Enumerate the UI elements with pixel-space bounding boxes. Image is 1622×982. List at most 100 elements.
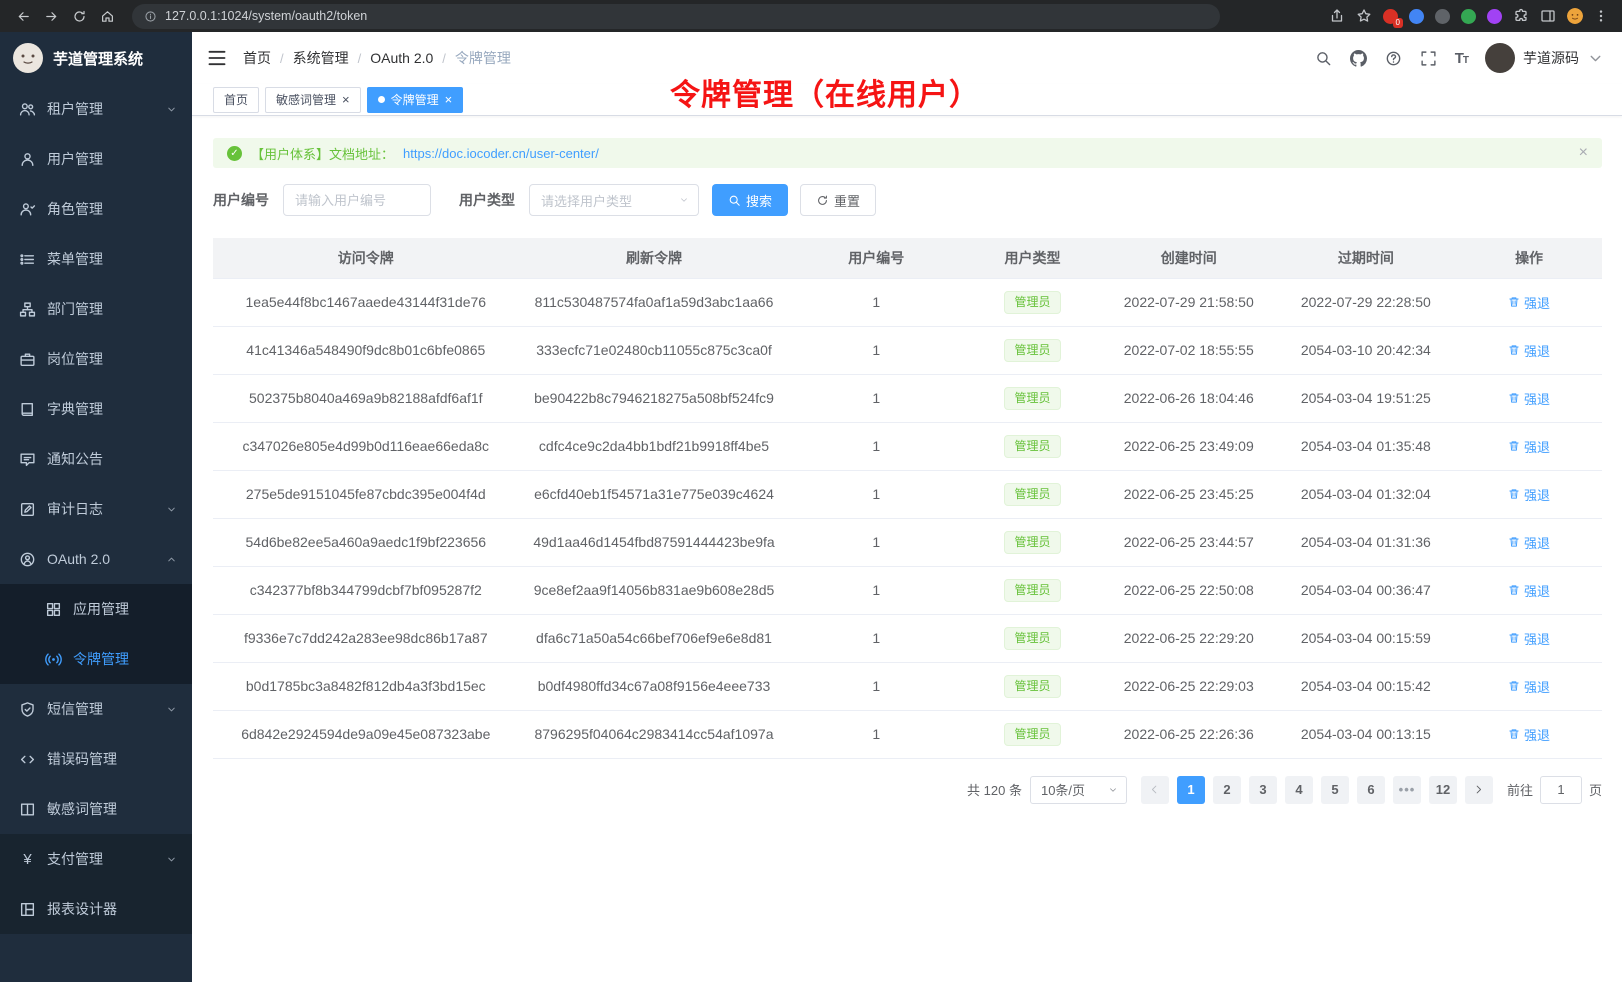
sidebar-item-oauth2[interactable]: OAuth 2.0 bbox=[0, 534, 192, 584]
next-page-button[interactable] bbox=[1465, 776, 1493, 804]
sidebar-item-sensitive-word[interactable]: 敏感词管理 bbox=[0, 784, 192, 834]
sidebar-collapse-icon[interactable] bbox=[206, 47, 228, 69]
force-logout-button[interactable]: 强退 bbox=[1508, 293, 1550, 312]
browser-back-button[interactable] bbox=[10, 3, 36, 29]
sidebar-item-oauth2-token[interactable]: 令牌管理 bbox=[0, 634, 192, 684]
search-icon[interactable] bbox=[1315, 49, 1333, 67]
user-type-select[interactable]: 请选择用户类型 bbox=[529, 184, 699, 216]
user-type-cell: 管理员 bbox=[963, 566, 1102, 614]
active-dot bbox=[378, 96, 385, 103]
close-icon[interactable]: × bbox=[342, 93, 350, 106]
force-logout-button[interactable]: 强退 bbox=[1508, 581, 1550, 600]
site-info-icon[interactable] bbox=[144, 10, 157, 23]
extension-red-icon[interactable]: 0 bbox=[1383, 9, 1398, 24]
table-row: 6d842e2924594de9a09e45e087323abe 8796295… bbox=[213, 710, 1602, 758]
force-logout-button[interactable]: 强退 bbox=[1508, 533, 1550, 552]
sidebar-item-error-code[interactable]: 错误码管理 bbox=[0, 734, 192, 784]
reset-button[interactable]: 重置 bbox=[800, 184, 876, 216]
more-pages-button[interactable]: ••• bbox=[1393, 776, 1421, 804]
expire-time-cell: 2022-07-29 22:28:50 bbox=[1276, 278, 1457, 326]
close-icon[interactable]: × bbox=[445, 93, 453, 106]
refresh-token-cell: cdfc4ce9c2da4bb1bdf21b9918ff4be5 bbox=[519, 422, 790, 470]
bookmark-star-icon[interactable] bbox=[1356, 8, 1372, 24]
force-logout-button[interactable]: 强退 bbox=[1508, 437, 1550, 456]
browser-profile-avatar[interactable] bbox=[1567, 8, 1583, 24]
force-logout-button[interactable]: 强退 bbox=[1508, 725, 1550, 744]
tab-sensitive-word[interactable]: 敏感词管理 × bbox=[265, 87, 361, 113]
breadcrumb-system[interactable]: 系统管理 bbox=[293, 48, 349, 68]
page-button-4[interactable]: 4 bbox=[1285, 776, 1313, 804]
breadcrumb-oauth2[interactable]: OAuth 2.0 bbox=[370, 50, 433, 66]
sidebar-item-user[interactable]: 用户管理 bbox=[0, 134, 192, 184]
goto-page-input[interactable] bbox=[1540, 776, 1582, 804]
share-icon[interactable] bbox=[1329, 8, 1345, 24]
browser-reload-button[interactable] bbox=[66, 3, 92, 29]
create-time-cell: 2022-07-02 18:55:55 bbox=[1102, 326, 1276, 374]
sidebar-item-audit-log[interactable]: 审计日志 bbox=[0, 484, 192, 534]
browser-forward-button[interactable] bbox=[38, 3, 64, 29]
app-title: 芋道管理系统 bbox=[53, 48, 143, 69]
sidebar-item-tenant[interactable]: 租户管理 bbox=[0, 84, 192, 134]
tab-token[interactable]: 令牌管理 × bbox=[367, 87, 464, 113]
extension-dark-icon[interactable] bbox=[1435, 9, 1450, 24]
page-button-3[interactable]: 3 bbox=[1249, 776, 1277, 804]
extension-blue-icon[interactable] bbox=[1409, 9, 1424, 24]
sidebar-item-report-designer[interactable]: 报表设计器 bbox=[0, 884, 192, 934]
sidebar-item-menu[interactable]: 菜单管理 bbox=[0, 234, 192, 284]
sidebar-item-post[interactable]: 岗位管理 bbox=[0, 334, 192, 384]
fullscreen-icon[interactable] bbox=[1420, 49, 1438, 67]
col-access-token: 访问令牌 bbox=[213, 238, 519, 278]
sidebar-item-notice[interactable]: 通知公告 bbox=[0, 434, 192, 484]
doc-link[interactable]: https://doc.iocoder.cn/user-center/ bbox=[403, 146, 599, 161]
user-id-input[interactable] bbox=[283, 184, 431, 216]
user-type-cell: 管理员 bbox=[963, 710, 1102, 758]
sidebar-item-dict[interactable]: 字典管理 bbox=[0, 384, 192, 434]
page-button-2[interactable]: 2 bbox=[1213, 776, 1241, 804]
top-navbar: 首页 / 系统管理 / OAuth 2.0 / 令牌管理 TT 芋道源码 bbox=[192, 32, 1622, 84]
app-grid-icon bbox=[45, 601, 62, 618]
prev-page-button[interactable] bbox=[1141, 776, 1169, 804]
tab-home[interactable]: 首页 bbox=[213, 87, 259, 113]
create-time-cell: 2022-06-25 22:26:36 bbox=[1102, 710, 1276, 758]
browser-menu-icon[interactable] bbox=[1594, 8, 1608, 24]
search-button[interactable]: 搜索 bbox=[712, 184, 788, 216]
access-token-cell: 275e5de9151045fe87cbdc395e004f4d bbox=[213, 470, 519, 518]
table-row: 502375b8040a469a9b82188afdf6af1f be90422… bbox=[213, 374, 1602, 422]
force-logout-button[interactable]: 强退 bbox=[1508, 677, 1550, 696]
refresh-token-cell: dfa6c71a50a54c66bef706ef9e6e8d81 bbox=[519, 614, 790, 662]
page-button-1[interactable]: 1 bbox=[1177, 776, 1205, 804]
extension-purple-icon[interactable] bbox=[1487, 9, 1502, 24]
browser-home-button[interactable] bbox=[94, 3, 120, 29]
alert-close-icon[interactable]: × bbox=[1579, 144, 1588, 162]
extensions-puzzle-icon[interactable] bbox=[1513, 8, 1529, 24]
font-size-icon[interactable]: TT bbox=[1455, 50, 1468, 67]
sidebar-item-dept[interactable]: 部门管理 bbox=[0, 284, 192, 334]
page-size-select[interactable]: 10条/页 bbox=[1030, 776, 1127, 804]
delete-icon bbox=[1508, 392, 1520, 404]
force-logout-button[interactable]: 强退 bbox=[1508, 485, 1550, 504]
page-button-6[interactable]: 6 bbox=[1357, 776, 1385, 804]
page-button-5[interactable]: 5 bbox=[1321, 776, 1349, 804]
help-icon[interactable] bbox=[1385, 49, 1403, 67]
breadcrumb-home[interactable]: 首页 bbox=[243, 48, 271, 68]
force-logout-button[interactable]: 强退 bbox=[1508, 629, 1550, 648]
action-cell: 强退 bbox=[1456, 278, 1602, 326]
address-bar[interactable]: 127.0.0.1:1024/system/oauth2/token bbox=[132, 4, 1220, 29]
extension-green-icon[interactable] bbox=[1461, 9, 1476, 24]
sidebar-item-role[interactable]: 角色管理 bbox=[0, 184, 192, 234]
sidebar-item-sms[interactable]: 短信管理 bbox=[0, 684, 192, 734]
force-logout-button[interactable]: 强退 bbox=[1508, 341, 1550, 360]
sidebar-item-oauth2-app[interactable]: 应用管理 bbox=[0, 584, 192, 634]
col-create-time: 创建时间 bbox=[1102, 238, 1276, 278]
force-logout-button[interactable]: 强退 bbox=[1508, 389, 1550, 408]
user-id-cell: 1 bbox=[789, 470, 963, 518]
access-token-cell: 54d6be82ee5a460a9aedc1f9bf223656 bbox=[213, 518, 519, 566]
side-panel-icon[interactable] bbox=[1540, 8, 1556, 24]
refresh-token-cell: 811c530487574fa0af1a59d3abc1aa66 bbox=[519, 278, 790, 326]
user-menu[interactable]: 芋道源码 bbox=[1485, 43, 1604, 73]
user-name: 芋道源码 bbox=[1523, 48, 1579, 68]
sidebar-item-pay[interactable]: ¥ 支付管理 bbox=[0, 834, 192, 884]
page-button-12[interactable]: 12 bbox=[1429, 776, 1457, 804]
delete-icon bbox=[1508, 728, 1520, 740]
github-icon[interactable] bbox=[1350, 49, 1368, 67]
